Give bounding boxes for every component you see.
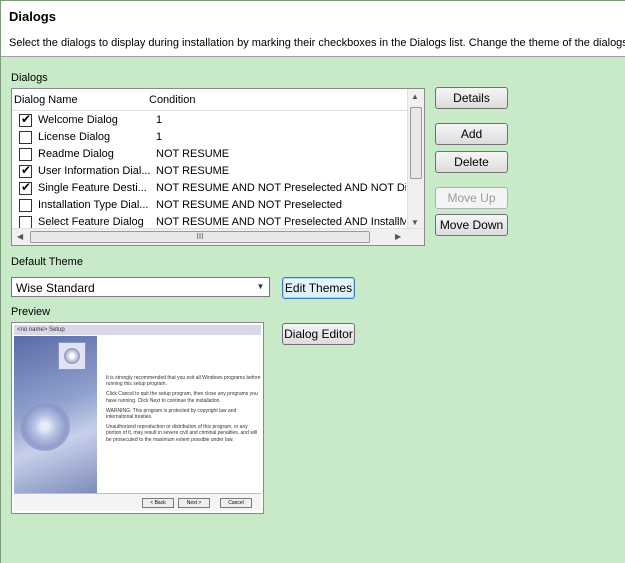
column-dialog-name[interactable]: Dialog Name	[14, 94, 78, 106]
scroll-left-icon[interactable]: ◀	[17, 232, 23, 241]
preview-paragraph: Unauthorized reproduction or distributio…	[106, 424, 258, 443]
vertical-scroll-thumb[interactable]	[410, 107, 422, 179]
checkmark-icon: ✔	[21, 112, 32, 126]
setup-cd-icon	[58, 342, 86, 370]
dialog-condition: NOT RESUME	[156, 165, 230, 177]
dialogs-label: Dialogs	[11, 72, 48, 84]
list-item[interactable]: ✔ Welcome Dialog 1	[12, 112, 408, 129]
theme-select-value: Wise Standard	[16, 281, 95, 295]
preview-label: Preview	[11, 306, 51, 318]
move-down-button[interactable]: Move Down	[435, 214, 508, 236]
preview-next-button: Next >	[178, 498, 210, 508]
preview-back-button: < Back	[142, 498, 174, 508]
column-condition[interactable]: Condition	[149, 94, 195, 106]
preview-button-bar: < Back Next > Cancel	[14, 493, 261, 511]
dialog-preview: <no name> Setup It is strongly recommend…	[11, 322, 264, 514]
scroll-up-icon[interactable]: ▲	[411, 92, 419, 101]
dialog-name: Readme Dialog	[38, 148, 114, 160]
page-description: Select the dialogs to display during ins…	[9, 37, 625, 49]
preview-paragraph: WARNING: This program is protected by co…	[106, 407, 237, 421]
dialog-condition: 1	[156, 131, 163, 143]
theme-select[interactable]: Wise Standard ▼	[11, 277, 270, 297]
list-header: Dialog Name Condition	[12, 89, 408, 111]
checkmark-icon: ✔	[21, 163, 32, 177]
dialog-name: Single Feature Desti...	[38, 182, 147, 194]
list-item[interactable]: ✔ User Information Dial... NOT RESUME	[12, 163, 408, 180]
dialog-condition: NOT RESUME	[156, 148, 230, 160]
row-checkbox[interactable]: ✔	[19, 180, 32, 195]
dialog-condition: NOT RESUME AND NOT Preselected AND Insta…	[156, 216, 406, 228]
preview-body-text: It is strongly recommended that you exit…	[106, 375, 261, 447]
dialog-condition: NOT RESUME AND NOT Preselected AND NOT D…	[156, 182, 406, 194]
add-button[interactable]: Add	[435, 123, 508, 145]
cd-disc-graphic	[20, 401, 70, 451]
chevron-down-icon[interactable]: ▼	[252, 278, 269, 296]
list-item[interactable]: ✔ Single Feature Desti... NOT RESUME AND…	[12, 180, 408, 197]
preview-paragraph: It is strongly recommended that you exit…	[106, 375, 261, 388]
list-item[interactable]: Readme Dialog NOT RESUME	[12, 146, 408, 163]
dialog-condition: NOT RESUME AND NOT Preselected	[156, 199, 343, 211]
preview-window-title: <no name> Setup	[14, 325, 261, 335]
dialog-name: Welcome Dialog	[38, 114, 118, 126]
list-item[interactable]: Installation Type Dial... NOT RESUME AND…	[12, 197, 408, 214]
default-theme-label: Default Theme	[11, 256, 83, 268]
scroll-right-icon[interactable]: ▶	[395, 232, 401, 241]
page-header: Dialogs Select the dialogs to display du…	[1, 1, 625, 57]
preview-paragraph: Click Cancel to quit the setup program, …	[106, 391, 258, 404]
checkmark-icon: ✔	[21, 180, 32, 194]
horizontal-scroll-thumb[interactable]: III	[30, 231, 370, 243]
preview-cancel-button: Cancel	[220, 498, 252, 508]
row-checkbox[interactable]: ✔	[19, 112, 32, 127]
horizontal-scrollbar[interactable]: ◀ III ▶	[12, 228, 424, 245]
move-up-button[interactable]: Move Up	[435, 187, 508, 209]
details-button[interactable]: Details	[435, 87, 508, 109]
page-title: Dialogs	[9, 9, 56, 24]
dialog-name: Installation Type Dial...	[38, 199, 149, 211]
edit-themes-button[interactable]: Edit Themes	[282, 277, 355, 299]
vertical-scrollbar[interactable]: ▲ ▼	[407, 89, 424, 230]
row-checkbox[interactable]: ✔	[19, 163, 32, 178]
delete-button[interactable]: Delete	[435, 151, 508, 173]
row-checkbox[interactable]	[19, 131, 32, 144]
dialog-name: User Information Dial...	[38, 165, 151, 177]
dialog-name: License Dialog	[38, 131, 111, 143]
dialog-condition: 1	[156, 114, 163, 126]
dialog-editor-button[interactable]: Dialog Editor	[282, 323, 355, 345]
row-checkbox[interactable]	[19, 199, 32, 212]
scroll-down-icon[interactable]: ▼	[411, 218, 419, 227]
dialogs-list[interactable]: Dialog Name Condition ✔ Welcome Dialog 1…	[11, 88, 425, 246]
row-checkbox[interactable]	[19, 148, 32, 161]
list-item[interactable]: License Dialog 1	[12, 129, 408, 146]
dialog-name: Select Feature Dialog	[38, 216, 144, 228]
preview-side-banner	[14, 336, 97, 511]
